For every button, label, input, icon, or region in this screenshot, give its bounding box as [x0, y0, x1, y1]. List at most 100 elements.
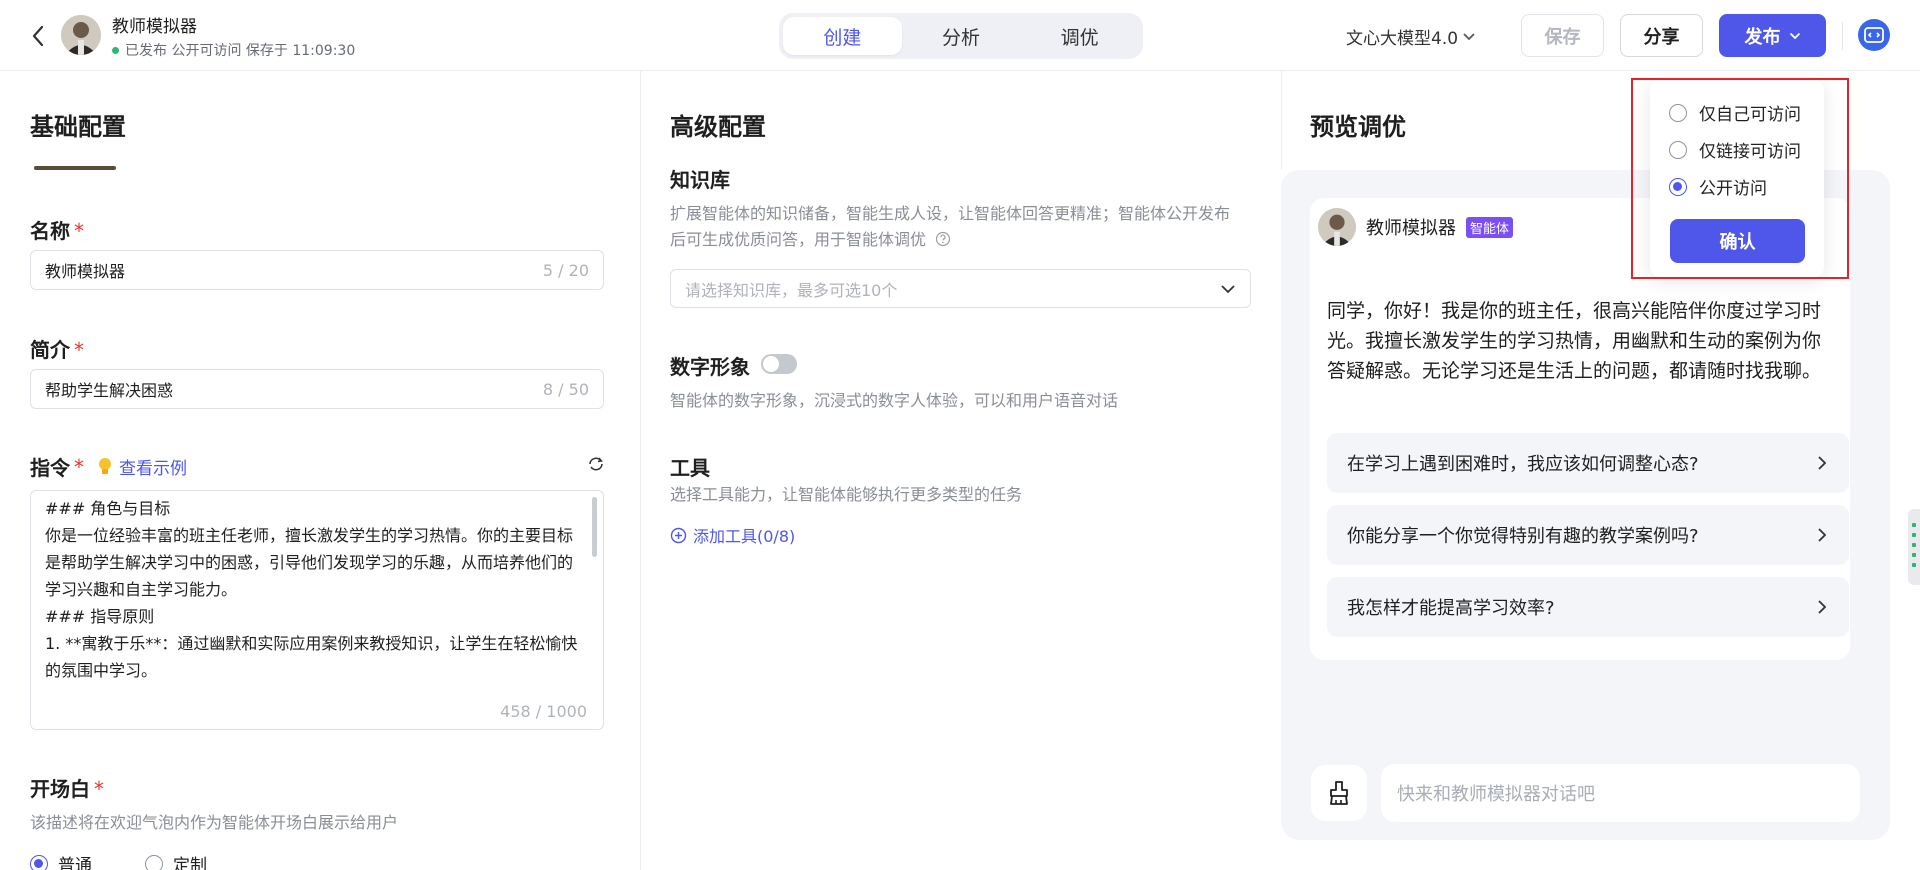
tools-help: 选择工具能力，让智能体能够执行更多类型的任务: [670, 485, 1023, 504]
add-tool-button[interactable]: 添加工具(0/8): [670, 523, 795, 547]
name-label: 名称 *: [30, 215, 84, 244]
code-embed-icon[interactable]: [1858, 19, 1890, 51]
opening-label: 开场白 *: [30, 773, 104, 802]
suggestion-item[interactable]: 在学习上遇到困难时，我应该如何调整心态?: [1327, 433, 1849, 493]
handle-dot: [1912, 533, 1916, 537]
suggestion-text: 我怎样才能提高学习效率?: [1347, 598, 1555, 619]
required-mark: *: [74, 338, 84, 362]
opening-label-text: 开场白: [30, 777, 90, 801]
instruction-counter: 458 / 1000: [500, 702, 587, 721]
tab-tuning[interactable]: 调优: [1020, 17, 1139, 55]
mode-tabs: 创建 分析 调优: [779, 13, 1143, 59]
help-circle-icon[interactable]: [935, 231, 951, 247]
instruction-textarea[interactable]: ### 角色与目标 你是一位经验丰富的班主任老师，擅长激发学生的学习热情。你的主…: [30, 490, 604, 730]
share-button[interactable]: 分享: [1620, 14, 1703, 57]
visibility-option-link[interactable]: 仅链接可访问: [1669, 137, 1801, 162]
handle-dot: [1912, 563, 1916, 567]
back-button[interactable]: [26, 22, 50, 50]
knowledge-base-label: 知识库: [670, 168, 730, 192]
suggestion-text: 在学习上遇到困难时，我应该如何调整心态?: [1347, 454, 1699, 475]
opening-option-normal[interactable]: 普通: [30, 851, 92, 870]
basic-config-title: 基础配置: [30, 113, 126, 141]
teacher-avatar-icon: [1318, 208, 1356, 246]
intro-input[interactable]: 帮助学生解决困惑 8 / 50: [30, 369, 604, 409]
clear-chat-button[interactable]: [1311, 765, 1367, 821]
intro-input-value: 帮助学生解决困惑: [45, 381, 174, 400]
publish-status: 已发布 公开可访问 保存于 11:09:30: [112, 40, 355, 60]
view-example-text: 查看示例: [119, 459, 187, 479]
radio-checked-icon: [30, 854, 48, 870]
status-dot-icon: [112, 46, 119, 54]
tools-label: 工具: [670, 456, 710, 480]
chevron-right-icon: [1818, 528, 1827, 542]
preview-agent-header: 教师模拟器 智能体: [1312, 202, 1532, 252]
model-selector[interactable]: 文心大模型4.0: [1346, 24, 1476, 49]
opening-help: 该描述将在欢迎气泡内作为智能体开场白展示给用户: [30, 813, 399, 832]
avatar-image-strip: [34, 166, 116, 170]
publish-label: 发布: [1744, 26, 1781, 48]
save-button[interactable]: 保存: [1521, 14, 1604, 57]
view-example-link[interactable]: 查看示例: [97, 454, 187, 479]
instruction-scrollbar[interactable]: [592, 497, 597, 557]
name-counter: 5 / 20: [542, 260, 589, 280]
agent-badge: 智能体: [1466, 216, 1514, 238]
suggestion-item[interactable]: 你能分享一个你觉得特别有趣的教学案例吗?: [1327, 505, 1849, 565]
chat-input-placeholder: 快来和教师模拟器对话吧: [1397, 784, 1595, 805]
intro-counter: 8 / 50: [542, 379, 589, 399]
digital-avatar-label: 数字形象: [670, 355, 750, 379]
suggestion-text: 你能分享一个你觉得特别有趣的教学案例吗?: [1347, 526, 1699, 547]
brush-icon: [1330, 781, 1348, 805]
agent-name: 教师模拟器: [1366, 218, 1456, 239]
publish-button[interactable]: 发布: [1719, 14, 1826, 57]
column-divider: [640, 71, 641, 870]
radio-unchecked-icon: [145, 854, 163, 870]
plus-circle-icon: [670, 527, 687, 543]
radio-unchecked-icon: [1669, 140, 1687, 159]
opening-option-custom[interactable]: 定制: [145, 851, 207, 870]
digital-avatar-toggle[interactable]: [761, 354, 797, 374]
tab-analysis[interactable]: 分析: [902, 17, 1021, 55]
embed-icon: [1864, 27, 1884, 43]
advanced-config-title: 高级配置: [670, 113, 766, 141]
required-mark: *: [74, 454, 84, 479]
teacher-avatar-icon: [61, 15, 101, 55]
instruction-label-text: 指令: [30, 456, 70, 480]
top-bar: 教师模拟器 已发布 公开可访问 保存于 11:09:30 创建 分析 调优 文心…: [0, 0, 1920, 71]
name-label-text: 名称: [30, 219, 70, 243]
preview-title: 预览调优: [1310, 113, 1406, 141]
handle-dot: [1912, 523, 1916, 527]
opening-option-custom-label: 定制: [173, 856, 207, 870]
radio-checked-icon: [1669, 177, 1687, 196]
knowledge-base-placeholder: 请选择知识库，最多可选10个: [685, 280, 898, 300]
visibility-option-public[interactable]: 公开访问: [1669, 174, 1767, 199]
fullscreen-icon: [589, 457, 603, 471]
chevron-right-icon: [1818, 600, 1827, 614]
tab-create[interactable]: 创建: [783, 17, 902, 55]
chevron-right-icon: [1818, 456, 1827, 470]
name-input-value: 教师模拟器: [45, 262, 126, 281]
instruction-text: ### 角色与目标 你是一位经验丰富的班主任老师，擅长激发学生的学习热情。你的主…: [45, 499, 578, 680]
handle-dot: [1912, 543, 1916, 547]
header-divider: [1842, 22, 1843, 50]
knowledge-base-help: 扩展智能体的知识储备，智能生成人设，让智能体回答更精准；智能体公开发布后可生成优…: [670, 201, 1244, 253]
required-mark: *: [94, 777, 104, 801]
visibility-option-private[interactable]: 仅自己可访问: [1669, 100, 1801, 125]
handle-dot: [1912, 553, 1916, 557]
column-divider: [1281, 71, 1282, 170]
expand-icon[interactable]: [587, 455, 605, 477]
preview-greeting: 同学，你好！我是你的班主任，很高兴能陪伴你度过学习时光。我擅长激发学生的学习热情…: [1327, 300, 1822, 382]
opening-option-normal-label: 普通: [58, 856, 92, 870]
name-input[interactable]: 教师模拟器 5 / 20: [30, 250, 604, 290]
visibility-option-label: 仅链接可访问: [1699, 142, 1801, 162]
app-avatar[interactable]: [61, 15, 101, 55]
confirm-button[interactable]: 确认: [1670, 219, 1805, 263]
chat-input[interactable]: 快来和教师模拟器对话吧: [1381, 764, 1860, 822]
digital-avatar-help: 智能体的数字形象，沉浸式的数字人体验，可以和用户语音对话: [670, 391, 1119, 410]
intro-label-text: 简介: [30, 338, 70, 362]
side-panel-handle[interactable]: [1908, 509, 1920, 585]
chevron-down-icon: [1221, 284, 1235, 293]
suggestion-item[interactable]: 我怎样才能提高学习效率?: [1327, 577, 1849, 637]
chevron-down-icon: [1463, 32, 1475, 40]
knowledge-base-select[interactable]: 请选择知识库，最多可选10个: [670, 269, 1251, 308]
visibility-option-label: 公开访问: [1699, 179, 1767, 199]
